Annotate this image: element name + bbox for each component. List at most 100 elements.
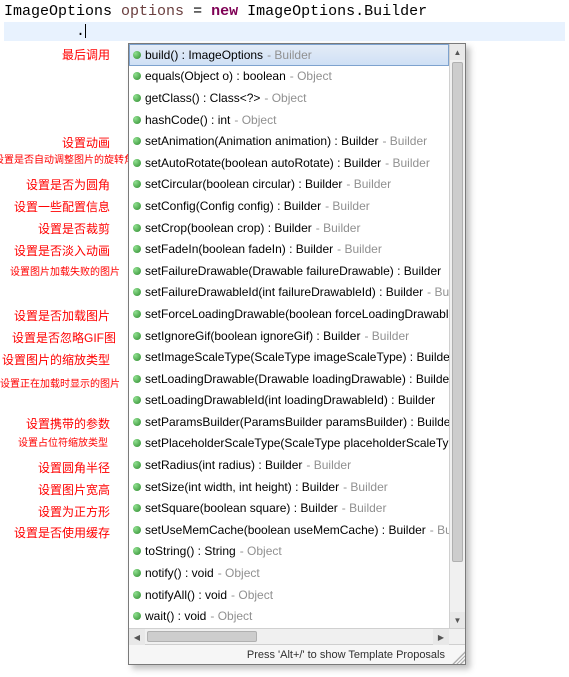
method-icon <box>133 245 141 253</box>
autocomplete-item[interactable]: toString() : String - Object <box>129 541 449 563</box>
method-icon <box>133 569 141 577</box>
method-source: - Builder <box>337 242 382 256</box>
method-signature: setForceLoadingDrawable(boolean forceLoa… <box>145 307 449 321</box>
text-cursor <box>85 24 86 38</box>
autocomplete-item[interactable]: setIgnoreGif(boolean ignoreGif) : Builde… <box>129 325 449 347</box>
method-source: - Object <box>218 566 260 580</box>
horizontal-scrollbar[interactable]: ◀ ▶ <box>129 628 465 644</box>
autocomplete-list[interactable]: build() : ImageOptions - Builderequals(O… <box>129 44 449 627</box>
method-source: - Builder <box>316 221 361 235</box>
method-source: - Buil <box>430 523 449 537</box>
method-source: - Object <box>234 113 276 127</box>
annotation-label: 设置为正方形 <box>38 503 110 520</box>
scroll-right-icon[interactable]: ▶ <box>433 629 449 645</box>
method-icon <box>133 159 141 167</box>
method-source: - Builder <box>267 48 312 62</box>
status-text: Press 'Alt+/' to show Template Proposals <box>247 649 445 661</box>
method-source: - Builder <box>382 134 427 148</box>
autocomplete-item[interactable]: getClass() : Class<?> - Object <box>129 87 449 109</box>
autocomplete-item[interactable]: setConfig(Config config) : Builder - Bui… <box>129 195 449 217</box>
method-source: - Builder <box>306 458 351 472</box>
annotation-label: 设置是否淡入动画 <box>14 242 110 259</box>
autocomplete-item[interactable]: notify() : void - Object <box>129 562 449 584</box>
autocomplete-item[interactable]: setPlaceholderScaleType(ScaleType placeh… <box>129 433 449 455</box>
autocomplete-item[interactable]: setImageScaleType(ScaleType imageScaleTy… <box>129 346 449 368</box>
method-source: - Object <box>231 588 273 602</box>
method-source: - Object <box>290 69 332 83</box>
method-signature: build() : ImageOptions <box>145 48 263 62</box>
method-signature: hashCode() : int <box>145 113 230 127</box>
method-icon <box>133 461 141 469</box>
autocomplete-item[interactable]: setParamsBuilder(ParamsBuilder paramsBui… <box>129 411 449 433</box>
method-source: - Object <box>264 91 306 105</box>
method-signature: setParamsBuilder(ParamsBuilder paramsBui… <box>145 415 449 429</box>
autocomplete-item[interactable]: setSquare(boolean square) : Builder - Bu… <box>129 497 449 519</box>
code-editor[interactable]: ImageOptions options = new ImageOptions.… <box>0 0 569 43</box>
method-icon <box>133 224 141 232</box>
method-icon <box>133 612 141 620</box>
method-signature: setLoadingDrawable(Drawable loadingDrawa… <box>145 372 449 386</box>
hscroll-thumb[interactable] <box>147 631 257 642</box>
method-icon <box>133 288 141 296</box>
method-source: - Buil <box>427 285 449 299</box>
annotation-label: 设置是否使用缓存 <box>14 524 110 541</box>
method-signature: setCrop(boolean crop) : Builder <box>145 221 312 235</box>
method-icon <box>133 72 141 80</box>
annotation-label: 设置携带的参数 <box>26 415 110 432</box>
method-signature: notifyAll() : void <box>145 588 227 602</box>
vertical-scrollbar[interactable]: ▲ ▼ <box>449 44 465 628</box>
method-signature: setCircular(boolean circular) : Builder <box>145 177 342 191</box>
method-icon <box>133 547 141 555</box>
method-icon <box>133 396 141 404</box>
method-source: - Object <box>210 609 252 623</box>
code-indent: . <box>4 23 85 40</box>
method-signature: setAutoRotate(boolean autoRotate) : Buil… <box>145 156 381 170</box>
method-signature: setSquare(boolean square) : Builder <box>145 501 338 515</box>
autocomplete-item[interactable]: setAnimation(Animation animation) : Buil… <box>129 130 449 152</box>
method-icon <box>133 483 141 491</box>
method-icon <box>133 137 141 145</box>
annotation-label: 设置是否自动调整图片的旋转角度 <box>0 151 144 166</box>
autocomplete-item[interactable]: equals(Object o) : boolean - Object <box>129 66 449 88</box>
autocomplete-popup: build() : ImageOptions - Builderequals(O… <box>128 43 466 665</box>
autocomplete-item[interactable]: setSize(int width, int height) : Builder… <box>129 476 449 498</box>
scroll-down-icon[interactable]: ▼ <box>450 612 465 628</box>
autocomplete-item[interactable]: notifyAll() : void - Object <box>129 584 449 606</box>
method-icon <box>133 504 141 512</box>
annotation-label: 设置是否加载图片 <box>14 307 110 324</box>
annotation-label: 设置图片宽高 <box>38 481 110 498</box>
method-icon <box>133 353 141 361</box>
autocomplete-item[interactable]: setFailureDrawable(Drawable failureDrawa… <box>129 260 449 282</box>
annotation-label: 设置是否为圆角 <box>26 176 110 193</box>
autocomplete-item[interactable]: setUseMemCache(boolean useMemCache) : Bu… <box>129 519 449 541</box>
method-source: - Builder <box>385 156 430 170</box>
autocomplete-item[interactable]: setCircular(boolean circular) : Builder … <box>129 174 449 196</box>
autocomplete-item[interactable]: setCrop(boolean crop) : Builder - Builde… <box>129 217 449 239</box>
method-icon <box>133 116 141 124</box>
method-icon <box>133 526 141 534</box>
method-signature: setAnimation(Animation animation) : Buil… <box>145 134 378 148</box>
annotation-label: 设置一些配置信息 <box>14 198 110 215</box>
autocomplete-item[interactable]: setFailureDrawableId(int failureDrawable… <box>129 282 449 304</box>
autocomplete-viewport: build() : ImageOptions - Builderequals(O… <box>129 44 465 628</box>
autocomplete-item[interactable]: hashCode() : int - Object <box>129 109 449 131</box>
annotation-label: 设置是否裁剪 <box>38 220 110 237</box>
method-signature: setConfig(Config config) : Builder <box>145 199 321 213</box>
code-type2: ImageOptions.Builder <box>247 3 427 20</box>
annotation-label: 设置正在加载时显示的图片 <box>0 375 120 390</box>
scroll-thumb[interactable] <box>452 62 463 562</box>
code-op: = <box>193 3 202 20</box>
scroll-track[interactable] <box>450 60 465 612</box>
resize-handle-icon[interactable] <box>449 648 465 664</box>
autocomplete-item[interactable]: setFadeIn(boolean fadeIn) : Builder - Bu… <box>129 238 449 260</box>
autocomplete-item[interactable]: wait() : void - Object <box>129 605 449 627</box>
autocomplete-item[interactable]: setForceLoadingDrawable(boolean forceLoa… <box>129 303 449 325</box>
autocomplete-item[interactable]: setLoadingDrawable(Drawable loadingDrawa… <box>129 368 449 390</box>
autocomplete-item[interactable]: setAutoRotate(boolean autoRotate) : Buil… <box>129 152 449 174</box>
autocomplete-item[interactable]: build() : ImageOptions - Builder <box>129 44 449 66</box>
method-icon <box>133 418 141 426</box>
autocomplete-item[interactable]: setLoadingDrawableId(int loadingDrawable… <box>129 390 449 412</box>
autocomplete-item[interactable]: setRadius(int radius) : Builder - Builde… <box>129 454 449 476</box>
scroll-up-icon[interactable]: ▲ <box>450 44 465 60</box>
scroll-left-icon[interactable]: ◀ <box>129 629 145 645</box>
